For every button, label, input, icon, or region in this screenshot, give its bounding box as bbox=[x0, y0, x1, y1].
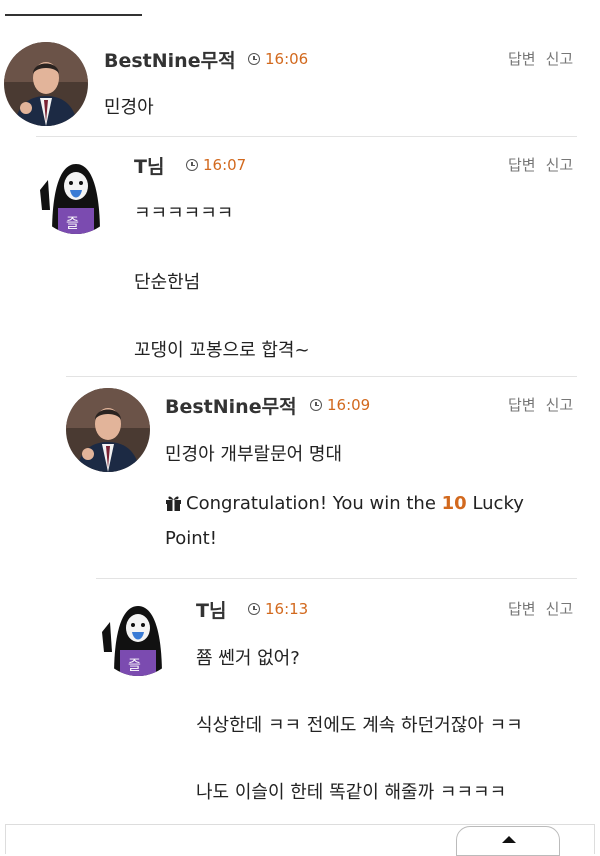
svg-text:즐: 즐 bbox=[128, 658, 141, 674]
comment-text: 쬼 쎈거 없어? bbox=[196, 648, 300, 669]
timestamp: 16:09 bbox=[310, 396, 370, 414]
timestamp-text: 16:07 bbox=[203, 156, 247, 174]
avatar[interactable] bbox=[66, 388, 150, 472]
comment-text: 단순한넘 bbox=[134, 272, 201, 293]
clock-icon bbox=[248, 53, 260, 65]
divider bbox=[66, 376, 577, 377]
lucky-prefix: Congratulation! You win the bbox=[186, 493, 436, 514]
avatar[interactable] bbox=[4, 42, 88, 126]
author-name[interactable]: T님 bbox=[134, 152, 164, 179]
author-name[interactable]: BestNine무적 bbox=[104, 46, 236, 73]
timestamp: 16:06 bbox=[248, 50, 308, 68]
reply-button[interactable]: 답변 bbox=[508, 600, 536, 618]
report-button[interactable]: 신고 bbox=[546, 50, 574, 68]
timestamp: 16:13 bbox=[248, 600, 308, 618]
clock-icon bbox=[248, 603, 260, 615]
timestamp-text: 16:06 bbox=[265, 50, 309, 68]
comment-actions: 답변 신고 bbox=[508, 394, 573, 415]
comment-text: ㅋㅋㅋㅋㅋㅋ bbox=[134, 203, 234, 224]
comment-text: 민경아 bbox=[104, 97, 154, 118]
clock-icon bbox=[186, 159, 198, 171]
avatar[interactable]: 즐 bbox=[34, 150, 118, 234]
reply-button[interactable]: 답변 bbox=[508, 50, 536, 68]
comment-actions: 답변 신고 bbox=[508, 48, 573, 69]
clock-icon bbox=[310, 399, 322, 411]
comment-text: 식상한데 ㅋㅋ 전에도 계속 하던거잖아 ㅋㅋ bbox=[196, 715, 523, 736]
timestamp-text: 16:13 bbox=[265, 600, 309, 618]
report-button[interactable]: 신고 bbox=[546, 600, 574, 618]
comment-text: 민경아 개부랄문어 명대 bbox=[165, 444, 343, 465]
comment-text: 꼬댕이 꼬봉으로 합격~ bbox=[134, 340, 310, 361]
report-button[interactable]: 신고 bbox=[546, 396, 574, 414]
top-divider bbox=[5, 14, 142, 16]
reply-button[interactable]: 답변 bbox=[508, 156, 536, 174]
comment-actions: 답변 신고 bbox=[508, 598, 573, 619]
author-name[interactable]: BestNine무적 bbox=[165, 392, 297, 419]
divider bbox=[96, 578, 577, 579]
comment-text: 나도 이슬이 한테 똑같이 해줄까 ㅋㅋㅋㅋ bbox=[196, 782, 507, 803]
report-button[interactable]: 신고 bbox=[546, 156, 574, 174]
divider bbox=[36, 136, 577, 137]
author-name[interactable]: T님 bbox=[196, 596, 226, 623]
lucky-points: 10 bbox=[441, 493, 467, 514]
svg-text:즐: 즐 bbox=[66, 216, 79, 232]
comment-actions: 답변 신고 bbox=[508, 154, 573, 175]
timestamp-text: 16:09 bbox=[327, 396, 371, 414]
avatar[interactable]: 즐 bbox=[96, 592, 180, 676]
timestamp: 16:07 bbox=[186, 156, 246, 174]
reply-button[interactable]: 답변 bbox=[508, 396, 536, 414]
gift-icon bbox=[165, 489, 182, 522]
lucky-point-notice: Congratulation! You win the 10 Lucky Poi… bbox=[165, 487, 575, 555]
scroll-top-button[interactable] bbox=[456, 826, 560, 856]
